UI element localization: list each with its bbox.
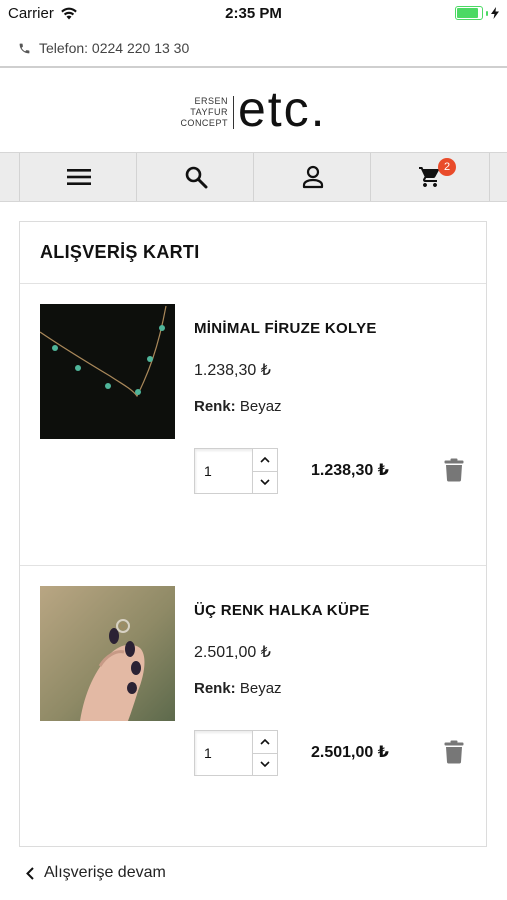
product-image-earring[interactable] [40,586,175,721]
cart-button[interactable]: 2 [370,153,490,201]
cart-count-badge: 2 [438,158,456,176]
logo-line-3: CONCEPT [180,117,228,128]
quantity-stepper[interactable]: 1 [194,730,278,776]
chevron-up-icon [260,457,270,463]
search-button[interactable] [136,153,254,201]
chevron-down-icon [260,761,270,767]
trash-icon[interactable] [444,458,464,482]
color-value: Beyaz [239,398,282,415]
phone-icon [19,43,30,53]
menu-button[interactable] [19,153,137,201]
navbar: 2 [0,152,507,202]
continue-shopping-link[interactable]: Alışverişe devam [26,864,166,882]
product-price: 1.238,30 ₺ [194,362,271,379]
color-label: Renk: [194,398,236,415]
brand-logo[interactable]: ERSEN TAYFUR CONCEPT etc. [0,82,507,142]
quantity-input[interactable]: 1 [195,731,253,775]
continue-shopping-label[interactable]: Alışverişe devam [44,864,166,882]
divider [20,283,486,284]
battery-icon [455,6,499,20]
chevron-up-icon [260,739,270,745]
chevron-down-icon [260,479,270,485]
phone-number[interactable]: Telefon: 0224 220 13 30 [39,40,189,56]
user-icon [302,165,323,189]
shopping-cart: ALIŞVERİŞ KARTI MİNİMAL FİRUZE KOLYE 1.2… [19,221,487,847]
quantity-stepper[interactable]: 1 [194,448,278,494]
product-color: Renk: Beyaz [194,398,282,415]
decrement-button[interactable] [253,754,277,776]
divider [20,565,486,566]
product-name[interactable]: MİNİMAL FİRUZE KOLYE [194,320,377,337]
increment-button[interactable] [253,449,277,472]
quantity-input[interactable]: 1 [195,449,253,493]
product-price: 2.501,00 ₺ [194,644,271,661]
logo-mark: etc. [237,81,327,137]
trash-icon[interactable] [444,740,464,764]
account-button[interactable] [253,153,371,201]
divider [0,66,507,68]
line-total: 2.501,00 ₺ [311,744,389,761]
color-label: Renk: [194,680,236,697]
line-total: 1.238,30 ₺ [311,462,389,479]
product-color: Renk: Beyaz [194,680,282,697]
logo-line-2: TAYFUR [190,106,228,117]
color-value: Beyaz [239,680,282,697]
phone-row[interactable]: Telefon: 0224 220 13 30 [0,30,507,66]
menu-icon [66,169,91,185]
cart-title: ALIŞVERİŞ KARTI [40,242,200,262]
decrement-button[interactable] [253,472,277,494]
charging-bolt-icon [491,7,499,19]
logo-line-1: ERSEN [194,95,228,106]
status-bar: Carrier 2:35 PM [0,0,507,28]
product-name[interactable]: ÜÇ RENK HALKA KÜPE [194,602,370,619]
increment-button[interactable] [253,731,277,754]
clock: 2:35 PM [225,5,282,22]
chevron-left-icon [26,866,34,880]
search-icon [185,166,207,189]
product-image-necklace[interactable] [40,304,175,439]
